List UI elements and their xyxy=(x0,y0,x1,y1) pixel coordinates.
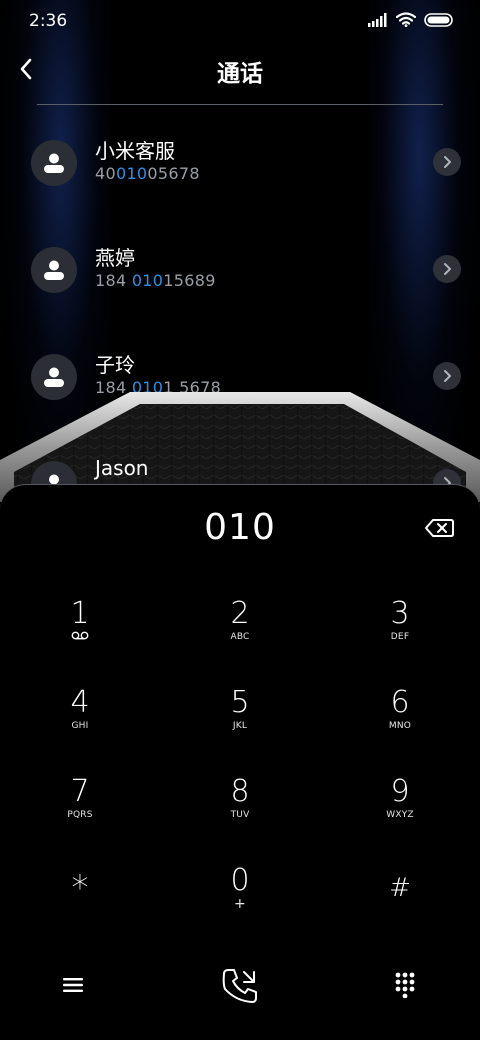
status-bar: 2:36 xyxy=(0,0,480,40)
key-number: 2 xyxy=(230,596,250,631)
key-0[interactable]: 0 + xyxy=(180,864,300,934)
key-number: 6 xyxy=(390,685,410,720)
contact-name: Jason xyxy=(95,456,149,480)
chevron-right-icon xyxy=(444,263,451,275)
call-button[interactable] xyxy=(218,964,262,1008)
contact-name: 子玲 xyxy=(95,353,135,377)
wifi-icon xyxy=(396,12,416,27)
person-icon xyxy=(44,367,64,387)
voicemail-icon xyxy=(71,631,89,640)
contact-item[interactable]: 小米客服 4001005678 xyxy=(0,135,480,215)
key-9[interactable]: 9 WXYZ xyxy=(340,775,460,845)
contact-number: 4001005678 xyxy=(95,164,200,183)
phone-call-icon xyxy=(222,969,257,1003)
number-prefix: 184 xyxy=(95,271,132,290)
key-5[interactable]: 5 JKL xyxy=(180,686,300,756)
key-letters: + xyxy=(234,896,246,912)
key-1[interactable]: 1 xyxy=(20,597,140,667)
key-number: 1 xyxy=(70,596,90,631)
status-time: 2:36 xyxy=(29,11,68,31)
contact-number: 184 01015689 xyxy=(95,271,216,290)
key-number: * xyxy=(71,868,89,908)
key-number: 5 xyxy=(230,685,250,720)
key-letters: WXYZ xyxy=(386,810,414,820)
key-3[interactable]: 3 DEF xyxy=(340,597,460,667)
keypad-icon xyxy=(395,972,415,998)
avatar xyxy=(31,247,77,293)
bottom-bar xyxy=(0,950,480,1020)
key-hash[interactable]: # xyxy=(340,871,460,941)
header: 通话 xyxy=(0,44,480,98)
person-icon xyxy=(44,153,64,173)
number-match: 010 xyxy=(131,271,164,290)
chevron-right-icon xyxy=(444,370,451,382)
key-letters: GHI xyxy=(71,721,89,731)
contact-detail-button[interactable] xyxy=(433,148,461,176)
header-divider xyxy=(37,104,443,105)
number-suffix: 05678 xyxy=(147,164,200,183)
contact-name: 燕婷 xyxy=(95,246,135,270)
number-prefix: 40 xyxy=(95,164,116,183)
key-number: 8 xyxy=(230,774,250,809)
key-letters: DEF xyxy=(390,632,410,642)
person-icon xyxy=(44,260,64,280)
key-4[interactable]: 4 GHI xyxy=(20,686,140,756)
chevron-right-icon xyxy=(444,156,451,168)
key-letters xyxy=(20,631,140,645)
key-number: 3 xyxy=(390,596,410,631)
key-6[interactable]: 6 MNO xyxy=(340,686,460,756)
key-letters: ABC xyxy=(230,632,250,642)
contact-name: 小米客服 xyxy=(95,139,175,163)
backspace-icon xyxy=(425,519,454,537)
signal-icon xyxy=(368,12,387,27)
contact-item[interactable]: 燕婷 184 01015689 xyxy=(0,242,480,322)
dialed-number: 010 xyxy=(204,507,276,548)
contact-detail-button[interactable] xyxy=(433,362,461,390)
key-letters: TUV xyxy=(230,810,250,820)
key-letters: MNO xyxy=(388,721,412,731)
status-icons xyxy=(368,12,454,27)
key-number: 4 xyxy=(70,685,90,720)
key-2[interactable]: 2 ABC xyxy=(180,597,300,667)
backspace-button[interactable] xyxy=(424,517,454,539)
key-letters: PQRS xyxy=(67,810,93,820)
number-suffix: 15689 xyxy=(163,271,216,290)
avatar xyxy=(31,140,77,186)
page-title: 通话 xyxy=(217,61,263,87)
contact-detail-button[interactable] xyxy=(433,255,461,283)
key-number: 7 xyxy=(70,774,90,809)
key-number: 0 xyxy=(230,863,250,898)
number-match: 010 xyxy=(115,164,148,183)
key-number: 9 xyxy=(390,774,410,809)
menu-icon xyxy=(63,978,83,992)
keypad-toggle-button[interactable] xyxy=(390,970,420,1000)
key-letters: JKL xyxy=(232,721,248,731)
key-star[interactable]: * xyxy=(20,871,140,941)
menu-button[interactable] xyxy=(58,970,88,1000)
key-number: # xyxy=(389,873,411,903)
key-7[interactable]: 7 PQRS xyxy=(20,775,140,845)
battery-icon xyxy=(424,12,453,27)
key-8[interactable]: 8 TUV xyxy=(180,775,300,845)
